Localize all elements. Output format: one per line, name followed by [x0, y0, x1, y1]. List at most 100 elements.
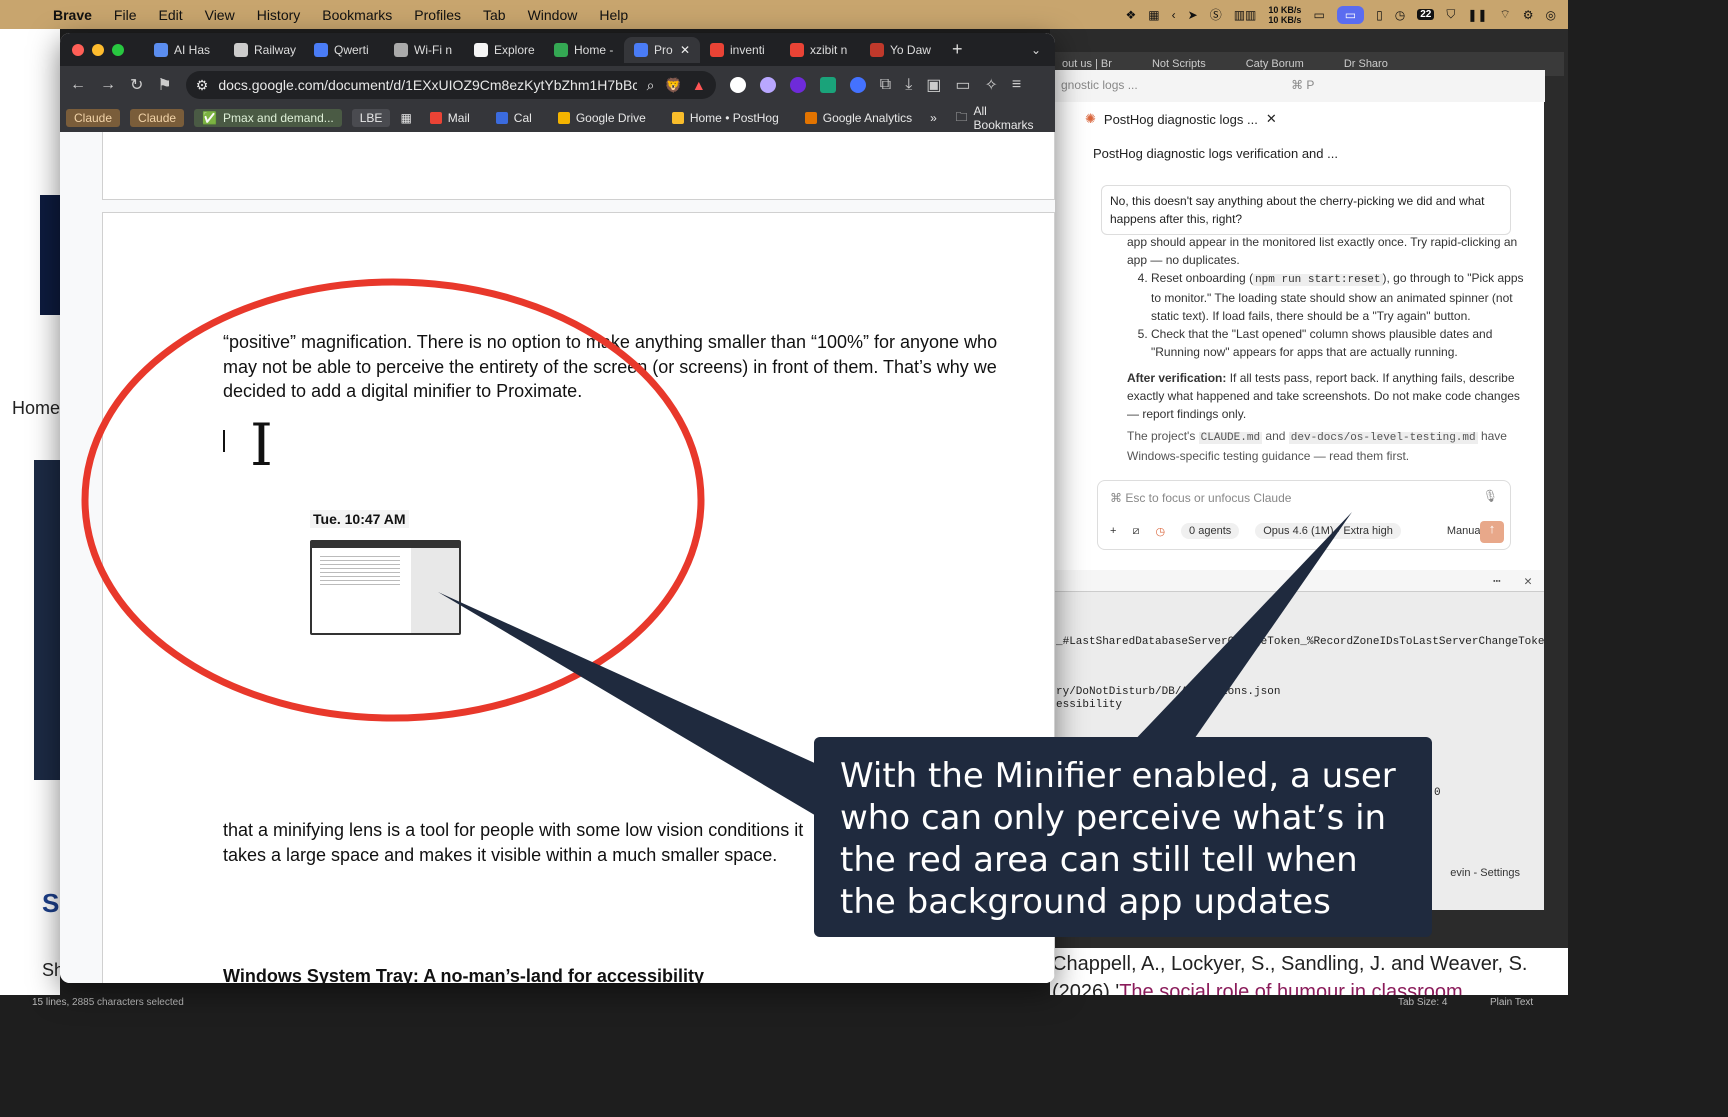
send-icon[interactable]: ↑ [1480, 521, 1504, 543]
reload-icon[interactable]: ↻ [130, 75, 143, 95]
more-bookmarks-icon[interactable]: » [930, 111, 937, 125]
history-icon[interactable]: ◷ [1155, 525, 1165, 538]
close-icon[interactable]: ✕ [1266, 111, 1277, 127]
battery-icon[interactable]: ▭ [1313, 8, 1324, 22]
dropbox-icon[interactable]: ❖ [1126, 8, 1137, 22]
extension-icon[interactable] [759, 77, 776, 93]
doc-heading[interactable]: Windows System Tray: A no-man’s-land for… [223, 966, 704, 983]
browser-tab[interactable]: AI Has [144, 37, 224, 63]
wifi-icon[interactable]: ⌔ [1499, 7, 1510, 22]
slash-command-icon[interactable]: ⧄ [1132, 525, 1139, 538]
tab-size-status[interactable]: Tab Size: 4 [1398, 997, 1447, 1008]
menu-file[interactable]: File [103, 7, 148, 23]
menu-icon[interactable]: ≡ [1012, 76, 1021, 94]
browser-tab[interactable]: inventi [700, 37, 780, 63]
address-text[interactable]: docs.google.com/document/d/1EXxUIOZ9Cm8e… [218, 77, 636, 93]
menu-tab[interactable]: Tab [472, 7, 517, 23]
bookmark-drive[interactable]: Google Drive [550, 109, 654, 127]
model-chip[interactable]: Opus 4.6 (1M) · Extra high [1255, 523, 1401, 539]
new-tab-button[interactable]: + [940, 39, 975, 60]
microphone-icon[interactable]: 🎙 [1483, 489, 1498, 503]
leo-ai-icon[interactable]: ✧ [985, 75, 998, 95]
claude-session-tab[interactable]: ✺ PostHog diagnostic logs ... ✕ [1085, 106, 1277, 132]
calendar-date-badge[interactable]: 22 [1417, 9, 1435, 20]
bookmark-claude-1[interactable]: Claude [66, 109, 121, 127]
browser-tab[interactable]: Home - [544, 37, 624, 63]
bookmark-pmax[interactable]: ✅ Pmax and demand... [194, 109, 342, 127]
bookmark-analytics[interactable]: Google Analytics [797, 109, 920, 127]
cursor-icon[interactable]: ➤ [1188, 8, 1198, 22]
shield-icon[interactable]: ⛉ [1446, 7, 1455, 22]
doc-paragraph[interactable]: “positive” magnification. There is no op… [223, 330, 1003, 404]
back-icon[interactable]: ← [70, 76, 86, 94]
zoom-window-button[interactable] [112, 43, 124, 56]
clock-icon[interactable]: ◷ [1395, 8, 1405, 22]
site-settings-icon[interactable]: ⚙ [196, 77, 209, 94]
menu-history[interactable]: History [246, 7, 312, 23]
extension-icon[interactable] [789, 77, 806, 93]
bg-tab[interactable]: Not Scripts [1152, 58, 1206, 70]
browser-tab[interactable]: Yo Daw [860, 37, 940, 63]
bookmark-lbe[interactable]: LBE [351, 109, 391, 127]
tab-search-chevron-icon[interactable]: ⌄ [1031, 43, 1055, 57]
extension-icon[interactable] [729, 77, 746, 93]
pause-icon[interactable]: ❚❚ [1467, 8, 1487, 22]
cpu-meter-icon[interactable]: ▥▥ [1234, 8, 1257, 22]
mode-selector[interactable]: Manual [1447, 525, 1483, 537]
close-icon[interactable]: ✕ [1524, 574, 1532, 589]
menu-app-name[interactable]: Brave [42, 7, 103, 23]
more-icon[interactable]: ⋯ [1493, 574, 1501, 589]
bookmark-cal[interactable]: Cal [488, 109, 540, 127]
browser-tab[interactable]: Wi-Fi n [384, 37, 464, 63]
phone-icon[interactable]: ▯ [1376, 8, 1383, 22]
close-tab-icon[interactable]: ✕ [680, 43, 690, 57]
browser-tab[interactable]: Pro ✕ [624, 36, 700, 63]
browser-tab[interactable]: Qwerti [304, 37, 384, 63]
apps-grid-icon[interactable]: ▦ [400, 111, 411, 125]
menu-bookmarks[interactable]: Bookmarks [311, 7, 403, 23]
bg-tab[interactable]: Caty Borum [1246, 58, 1304, 70]
brave-shields-icon[interactable]: 🦁 [664, 77, 681, 94]
bookmark-claude-2[interactable]: Claude [130, 109, 185, 127]
close-window-button[interactable] [72, 43, 84, 56]
screen-icon[interactable]: ▭ [1336, 5, 1365, 24]
bg-tab[interactable]: Dr Sharo [1344, 58, 1388, 70]
downloads-icon[interactable]: ⤓ [905, 76, 912, 94]
doc-paragraph[interactable]: that a minifying lens is a tool for peop… [223, 818, 823, 867]
control-center-icon[interactable]: ⚙ [1523, 8, 1534, 22]
all-bookmarks[interactable]: » 🗀 All Bookmarks [930, 104, 1055, 132]
language-mode-status[interactable]: Plain Text [1490, 997, 1533, 1008]
claude-prompt-input[interactable]: ⌘ Esc to focus or unfocus Claude 🎙 + ⧄ ◷… [1097, 480, 1511, 550]
extensions-puzzle-icon[interactable]: ⧉ [880, 76, 891, 94]
menu-view[interactable]: View [194, 7, 246, 23]
wallet-icon[interactable]: ▭ [955, 75, 970, 95]
menu-window[interactable]: Window [517, 7, 589, 23]
agents-chip[interactable]: 0 agents [1181, 523, 1240, 539]
network-speed[interactable]: 10 KB/s 10 KB/s [1268, 5, 1301, 25]
browser-tab[interactable]: xzibit n [780, 37, 860, 63]
terminal-settings-label[interactable]: evin - Settings [1450, 867, 1520, 879]
bg-tab[interactable]: out us | Br [1062, 58, 1112, 70]
claude-search-bar[interactable]: gnostic logs ... ⌘ P [1055, 70, 1545, 102]
address-bar[interactable]: ⚙ docs.google.com/document/d/1EXxUIOZ9Cm… [185, 71, 716, 99]
siri-icon[interactable]: ◎ [1546, 8, 1556, 22]
browser-tab[interactable]: Railway [224, 37, 304, 63]
shortcut-s-icon[interactable]: Ⓢ [1210, 6, 1222, 23]
chevron-left-icon[interactable]: ‹ [1172, 8, 1176, 22]
add-icon[interactable]: + [1110, 525, 1116, 537]
extension-icon[interactable] [849, 77, 866, 93]
extension-icon[interactable] [819, 77, 836, 93]
menu-profiles[interactable]: Profiles [403, 7, 472, 23]
sidebar-icon[interactable]: ▣ [926, 75, 941, 95]
minimize-window-button[interactable] [92, 43, 104, 56]
bookmark-icon[interactable]: ⚑ [157, 75, 171, 95]
forward-icon[interactable]: → [100, 76, 116, 94]
window-layout-icon[interactable]: ▦ [1148, 8, 1159, 22]
brave-rewards-icon[interactable]: ▲ [692, 77, 706, 93]
menu-help[interactable]: Help [588, 7, 639, 23]
bookmark-mail[interactable]: Mail [422, 109, 478, 127]
zoom-icon[interactable]: ⌕ [647, 77, 655, 94]
browser-tab[interactable]: Explore [464, 37, 544, 63]
menu-edit[interactable]: Edit [147, 7, 193, 23]
bookmark-posthog[interactable]: Home • PostHog [664, 109, 787, 127]
